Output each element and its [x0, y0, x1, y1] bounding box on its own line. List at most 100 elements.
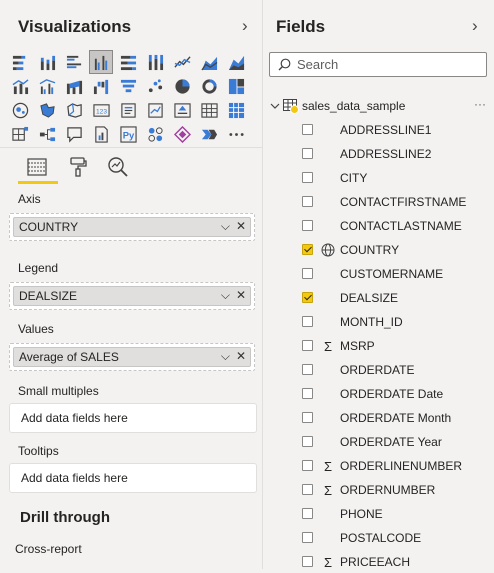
- treemap-icon[interactable]: [224, 74, 248, 98]
- tooltips-well[interactable]: Add data fields here: [9, 463, 257, 493]
- collapse-fields-button[interactable]: ›: [472, 16, 478, 36]
- field-item[interactable]: Σ ORDERLINENUMBER: [301, 455, 491, 477]
- donut-chart-icon[interactable]: [197, 74, 221, 98]
- fields-well-icon[interactable]: [24, 154, 50, 180]
- field-name: POSTALCODE: [340, 531, 422, 545]
- table-node[interactable]: sales_data_sample ···: [270, 97, 492, 115]
- table-name: sales_data_sample: [302, 99, 406, 113]
- stacked-area-chart-icon[interactable]: [224, 50, 248, 74]
- stacked-bar-chart-icon[interactable]: [8, 50, 32, 74]
- field-checkbox[interactable]: [302, 148, 313, 159]
- field-item[interactable]: DEALSIZE: [301, 287, 491, 309]
- field-checkbox[interactable]: [302, 436, 313, 447]
- field-item[interactable]: ORDERDATE: [301, 359, 491, 381]
- legend-field-pill[interactable]: DEALSIZE ⌵ ✕: [13, 286, 251, 306]
- field-checkbox[interactable]: [302, 220, 313, 231]
- analytics-magnifier-icon[interactable]: [105, 154, 131, 180]
- card-icon[interactable]: [116, 98, 140, 122]
- waterfall-chart-icon[interactable]: [89, 74, 113, 98]
- ribbon-chart-icon[interactable]: [62, 74, 86, 98]
- slicer-icon[interactable]: [197, 98, 221, 122]
- decomposition-tree-icon[interactable]: [35, 122, 59, 146]
- area-chart-icon[interactable]: [197, 50, 221, 74]
- values-well[interactable]: Average of SALES ⌵ ✕: [9, 343, 255, 371]
- chevron-down-icon[interactable]: ⌵: [221, 349, 230, 364]
- remove-field-icon[interactable]: ✕: [236, 349, 246, 364]
- table-icon: [283, 99, 299, 114]
- scatter-chart-icon[interactable]: [143, 74, 167, 98]
- field-item[interactable]: PHONE: [301, 503, 491, 525]
- paginated-report-icon[interactable]: [89, 122, 113, 146]
- field-checkbox[interactable]: [302, 364, 313, 375]
- multi-row-card-icon[interactable]: [143, 98, 167, 122]
- field-item[interactable]: CONTACTFIRSTNAME: [301, 191, 491, 213]
- more-options-icon[interactable]: ···: [474, 97, 486, 111]
- clustered-column-chart-icon[interactable]: [89, 50, 113, 74]
- fields-search-input[interactable]: Search: [269, 52, 487, 77]
- table-icon[interactable]: [224, 98, 248, 122]
- field-item[interactable]: ORDERDATE Month: [301, 407, 491, 429]
- field-item[interactable]: ADDRESSLINE2: [301, 143, 491, 165]
- chevron-down-icon[interactable]: ⌵: [221, 219, 230, 234]
- field-checkbox[interactable]: [302, 172, 313, 183]
- filled-map-icon[interactable]: [35, 98, 59, 122]
- field-item[interactable]: CITY: [301, 167, 491, 189]
- field-item[interactable]: ORDERDATE Year: [301, 431, 491, 453]
- 100pct-stacked-column-chart-icon[interactable]: [143, 50, 167, 74]
- field-item[interactable]: MONTH_ID: [301, 311, 491, 333]
- field-checkbox[interactable]: [302, 268, 313, 279]
- kpi-icon[interactable]: [170, 98, 194, 122]
- axis-well[interactable]: COUNTRY ⌵ ✕: [9, 213, 255, 241]
- field-checkbox[interactable]: [302, 484, 313, 495]
- values-field-pill[interactable]: Average of SALES ⌵ ✕: [13, 347, 251, 367]
- legend-well[interactable]: DEALSIZE ⌵ ✕: [9, 282, 255, 310]
- field-item[interactable]: POSTALCODE: [301, 527, 491, 549]
- field-checkbox[interactable]: [302, 196, 313, 207]
- field-item[interactable]: Σ ORDERNUMBER: [301, 479, 491, 501]
- chevron-down-icon[interactable]: ⌵: [221, 288, 230, 303]
- field-checkbox-checked[interactable]: [302, 292, 313, 303]
- field-checkbox[interactable]: [302, 508, 313, 519]
- field-checkbox[interactable]: [302, 124, 313, 135]
- axis-field-pill[interactable]: COUNTRY ⌵ ✕: [13, 217, 251, 237]
- remove-field-icon[interactable]: ✕: [236, 219, 246, 234]
- field-item[interactable]: ORDERDATE Date: [301, 383, 491, 405]
- power-apps-icon[interactable]: [170, 122, 194, 146]
- field-checkbox[interactable]: [302, 316, 313, 327]
- field-checkbox[interactable]: [302, 340, 313, 351]
- line-and-clustered-column-icon[interactable]: [35, 74, 59, 98]
- python-visual-icon[interactable]: Py: [116, 122, 140, 146]
- qa-icon[interactable]: [62, 122, 86, 146]
- clustered-bar-chart-icon[interactable]: [62, 50, 86, 74]
- line-chart-icon[interactable]: [170, 50, 194, 74]
- map-icon[interactable]: [8, 98, 32, 122]
- chevron-down-icon[interactable]: [270, 101, 280, 111]
- format-paint-icon[interactable]: [65, 154, 91, 180]
- field-item[interactable]: Σ PRICEEACH: [301, 551, 491, 573]
- field-checkbox[interactable]: [302, 532, 313, 543]
- 100pct-stacked-bar-chart-icon[interactable]: [116, 50, 140, 74]
- gauge-icon[interactable]: 123: [89, 98, 113, 122]
- line-and-stacked-column-icon[interactable]: [8, 74, 32, 98]
- power-automate-icon[interactable]: [197, 122, 221, 146]
- funnel-chart-icon[interactable]: [116, 74, 140, 98]
- matrix-icon[interactable]: [8, 122, 32, 146]
- key-influencers-icon[interactable]: [143, 122, 167, 146]
- field-item[interactable]: COUNTRY: [301, 239, 491, 261]
- pie-chart-icon[interactable]: [170, 74, 194, 98]
- collapse-visualizations-button[interactable]: ›: [242, 16, 248, 36]
- field-checkbox[interactable]: [302, 556, 313, 567]
- field-item[interactable]: CONTACTLASTNAME: [301, 215, 491, 237]
- field-checkbox-checked[interactable]: [302, 244, 313, 255]
- shape-map-icon[interactable]: [62, 98, 86, 122]
- more-visuals-icon[interactable]: [224, 122, 248, 146]
- remove-field-icon[interactable]: ✕: [236, 288, 246, 303]
- field-item[interactable]: Σ MSRP: [301, 335, 491, 357]
- field-checkbox[interactable]: [302, 388, 313, 399]
- field-checkbox[interactable]: [302, 412, 313, 423]
- small-multiples-well[interactable]: Add data fields here: [9, 403, 257, 433]
- field-item[interactable]: ADDRESSLINE1: [301, 119, 491, 141]
- stacked-column-chart-icon[interactable]: [35, 50, 59, 74]
- field-item[interactable]: CUSTOMERNAME: [301, 263, 491, 285]
- field-checkbox[interactable]: [302, 460, 313, 471]
